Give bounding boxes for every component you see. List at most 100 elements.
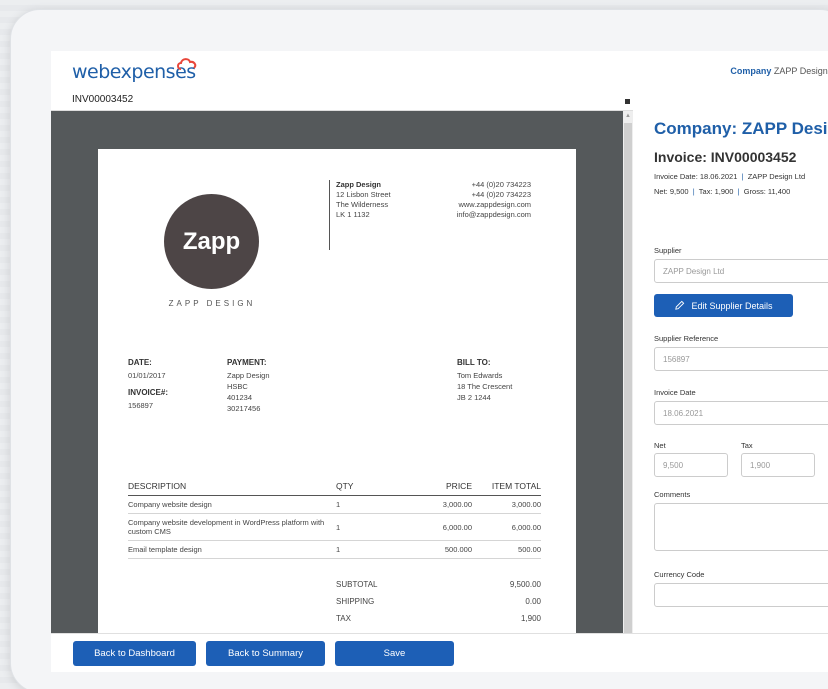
cloud-logo-icon bbox=[177, 58, 197, 70]
address-line: The Wilderness bbox=[336, 200, 389, 209]
app-screen: webexpenses Company ZAPP Design ⌄ INV000… bbox=[51, 51, 828, 672]
top-bar: webexpenses Company ZAPP Design ⌄ bbox=[51, 51, 828, 89]
bill-to-line: Tom Edwards bbox=[457, 371, 503, 380]
total-label: TAX bbox=[336, 614, 351, 623]
cell-total: 6,000.00 bbox=[511, 522, 541, 532]
supplier-reference-field[interactable]: 156897 bbox=[654, 347, 828, 371]
brand-logo: Zapp bbox=[164, 194, 259, 289]
company-label: Company bbox=[730, 66, 772, 76]
total-row: SHIPPING 0.00 bbox=[336, 597, 541, 614]
tax-field[interactable]: 1,900 bbox=[741, 453, 815, 477]
invoice-meta-line-1: Invoice Date: 18.06.2021 | ZAPP Design L… bbox=[654, 172, 805, 181]
total-label: SUBTOTAL bbox=[336, 580, 378, 589]
back-to-dashboard-button[interactable]: Back to Dashboard bbox=[73, 641, 196, 666]
invoice-meta-line-2: Net: 9,500 | Tax: 1,900 | Gross: 11,400 bbox=[654, 187, 790, 196]
comments-field[interactable] bbox=[654, 503, 828, 551]
cell-description: Email template design bbox=[128, 545, 202, 554]
comments-label: Comments bbox=[654, 490, 691, 499]
maximize-icon[interactable] bbox=[625, 99, 630, 104]
cell-total: 500.00 bbox=[518, 545, 541, 554]
date-label: DATE: bbox=[128, 358, 152, 367]
company-meta: ZAPP Design Ltd bbox=[747, 172, 806, 181]
document-viewer[interactable]: Zapp ZAPP DESIGN Zapp Design 12 Lisbon S… bbox=[51, 111, 623, 633]
net-label: Net bbox=[654, 441, 666, 450]
line-items-table: DESCRIPTION QTY PRICE ITEM TOTAL Company… bbox=[128, 477, 541, 559]
bill-to-block: BILL TO: Tom Edwards 18 The Crescent JB … bbox=[457, 357, 512, 403]
address-line: LK 1 1132 bbox=[336, 210, 370, 219]
viewer-scrollbar[interactable]: ▲ bbox=[623, 111, 633, 633]
separator: | bbox=[735, 187, 742, 196]
brand-subtitle: ZAPP DESIGN bbox=[168, 299, 256, 308]
total-value: 9,500.00 bbox=[509, 580, 541, 589]
tablet-frame: webexpenses Company ZAPP Design ⌄ INV000… bbox=[10, 9, 828, 689]
cell-qty: 1 bbox=[336, 545, 341, 554]
tax-meta: Tax: 1,900 bbox=[698, 187, 734, 196]
cell-qty: 1 bbox=[336, 522, 341, 532]
edit-supplier-label: Edit Supplier Details bbox=[691, 300, 773, 311]
total-row: SUBTOTAL 9,500.00 bbox=[336, 580, 541, 597]
cell-description: Company website development in WordPress… bbox=[128, 518, 325, 536]
payment-block: PAYMENT: Zapp Design HSBC 401234 3021745… bbox=[227, 357, 270, 414]
document-bar: INV00003452 bbox=[51, 89, 633, 111]
payment-line: 30217456 bbox=[227, 404, 261, 413]
total-value: 1,900 bbox=[520, 614, 541, 623]
invoice-number-value: 156897 bbox=[128, 401, 154, 410]
tax-label: Tax bbox=[741, 441, 753, 450]
back-to-summary-button[interactable]: Back to Summary bbox=[206, 641, 325, 666]
save-button[interactable]: Save bbox=[335, 641, 454, 666]
sender-contact: +44 (0)20 734223 +44 (0)20 734223 www.za… bbox=[457, 180, 531, 220]
scrollbar-thumb[interactable] bbox=[624, 123, 632, 633]
company-switcher[interactable]: Company ZAPP Design ⌄ bbox=[730, 66, 828, 76]
cell-total: 3,000.00 bbox=[511, 500, 541, 509]
contact-line: www.zappdesign.com bbox=[458, 200, 531, 209]
bill-to-line: 18 The Crescent bbox=[457, 382, 513, 391]
separator: | bbox=[739, 172, 746, 181]
net-meta: Net: 9,500 bbox=[654, 187, 689, 196]
table-row: Company website design 1 3,000.00 3,000.… bbox=[128, 496, 541, 514]
contact-line: +44 (0)20 734223 bbox=[471, 180, 531, 189]
payment-label: PAYMENT: bbox=[227, 358, 267, 367]
cell-price: 500.000 bbox=[444, 545, 472, 554]
net-field[interactable]: 9,500 bbox=[654, 453, 728, 477]
payment-line: HSBC bbox=[227, 382, 248, 391]
bill-to-label: BILL TO: bbox=[457, 358, 491, 367]
totals-block: SUBTOTAL 9,500.00 SHIPPING 0.00 TAX 1,90… bbox=[336, 580, 541, 631]
cell-description: Company website design bbox=[128, 500, 212, 509]
contact-line: +44 (0)20 734223 bbox=[471, 190, 531, 199]
total-value: 0.00 bbox=[525, 597, 541, 606]
separator: | bbox=[690, 187, 697, 196]
address-line: 12 Lisbon Street bbox=[336, 190, 391, 199]
edit-supplier-button[interactable]: Edit Supplier Details bbox=[654, 294, 793, 317]
invoice-date-field[interactable]: 18.06.2021 bbox=[654, 401, 828, 425]
contact-line: info@zappdesign.com bbox=[456, 210, 531, 219]
bottom-action-bar: Back to Dashboard Back to Summary Save bbox=[51, 633, 828, 672]
date-value: 01/01/2017 bbox=[128, 371, 166, 380]
column-header: QTY bbox=[336, 481, 354, 491]
address-line: Zapp Design bbox=[336, 180, 382, 189]
cell-price: 3,000.00 bbox=[442, 500, 472, 509]
gross-meta: Gross: 11,400 bbox=[743, 187, 791, 196]
invoice-details-panel: Company: ZAPP Design Invoice: INV0000345… bbox=[633, 89, 828, 633]
supplier-label: Supplier bbox=[654, 246, 682, 255]
scroll-up-icon[interactable]: ▲ bbox=[625, 113, 631, 119]
document-name: INV00003452 bbox=[72, 94, 134, 105]
column-header: ITEM TOTAL bbox=[491, 481, 541, 491]
divider bbox=[329, 180, 330, 250]
invoice-date-meta: Invoice Date: 18.06.2021 bbox=[654, 172, 738, 181]
cell-price: 6,000.00 bbox=[442, 522, 472, 532]
column-header: PRICE bbox=[446, 481, 472, 491]
supplier-reference-label: Supplier Reference bbox=[654, 334, 719, 343]
total-row: TAX 1,900 bbox=[336, 614, 541, 631]
column-header: DESCRIPTION bbox=[128, 481, 187, 491]
pencil-icon bbox=[675, 300, 685, 310]
invoice-title: Invoice: INV00003452 bbox=[654, 149, 797, 165]
invoice-date-label: Invoice Date bbox=[654, 388, 696, 397]
payment-line: Zapp Design bbox=[227, 371, 270, 380]
sender-address: Zapp Design 12 Lisbon Street The Wildern… bbox=[336, 180, 391, 220]
currency-code-field[interactable] bbox=[654, 583, 828, 607]
table-row: Email template design 1 500.000 500.00 bbox=[128, 541, 541, 559]
invoice-page: Zapp ZAPP DESIGN Zapp Design 12 Lisbon S… bbox=[98, 149, 576, 633]
invoice-number-label: INVOICE#: bbox=[128, 388, 169, 397]
supplier-field[interactable]: ZAPP Design Ltd bbox=[654, 259, 828, 283]
table-row: Company website development in WordPress… bbox=[128, 514, 541, 541]
